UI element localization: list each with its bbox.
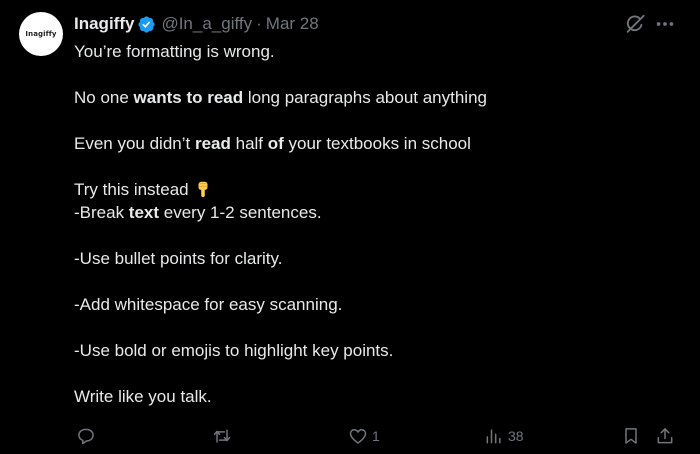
- pointing-down-emoji-icon: [198, 181, 208, 198]
- text-line: -Add whitespace for easy scanning.: [74, 295, 343, 314]
- author-handle[interactable]: @In_a_giffy: [161, 14, 252, 34]
- share-icon: [657, 428, 673, 444]
- separator-dot: ·: [256, 14, 262, 33]
- more-options-icon[interactable]: [654, 14, 676, 34]
- heart-icon: [349, 429, 367, 444]
- view-count: 38: [508, 428, 524, 444]
- text-line: -Use bullet points for clarity.: [74, 249, 283, 268]
- bookmark-button[interactable]: [621, 424, 641, 448]
- share-button[interactable]: [655, 424, 675, 448]
- reply-button[interactable]: [76, 424, 96, 448]
- post-date[interactable]: Mar 28: [266, 14, 319, 34]
- text-line: Even you didn’t read half of your textbo…: [74, 134, 471, 153]
- repost-button[interactable]: [212, 424, 232, 448]
- verified-badge-icon: [138, 15, 156, 33]
- text-line: No one wants to read long paragraphs abo…: [74, 88, 487, 107]
- like-count: 1: [372, 428, 380, 444]
- avatar[interactable]: Inagiffy: [19, 12, 63, 56]
- tweet-text: You’re formatting is wrong. No one wants…: [74, 40, 674, 408]
- tweet-header: Inagiffy @In_a_giffy · Mar 28: [74, 13, 319, 35]
- text-line: -Use bold or emojis to highlight key poi…: [74, 341, 394, 360]
- views-button[interactable]: 38: [484, 424, 524, 448]
- text-line: Write like you talk.: [74, 387, 212, 406]
- bookmark-icon: [625, 428, 637, 444]
- text-line: -Break text every 1-2 sentences.: [74, 203, 322, 222]
- avatar-logo-text: Inagiffy: [25, 30, 57, 38]
- repost-icon: [213, 429, 231, 443]
- like-button[interactable]: 1: [348, 424, 380, 448]
- grok-icon[interactable]: [624, 13, 646, 35]
- reply-icon: [78, 428, 94, 445]
- tweet[interactable]: Inagiffy Inagiffy @In_a_giffy · Mar 28 Y…: [0, 0, 700, 454]
- author-name[interactable]: Inagiffy: [74, 14, 134, 34]
- text-line: Try this instead: [74, 178, 674, 201]
- views-chart-icon: [486, 429, 501, 444]
- action-bar: 1 38: [0, 424, 700, 450]
- text-line: You’re formatting is wrong.: [74, 42, 275, 61]
